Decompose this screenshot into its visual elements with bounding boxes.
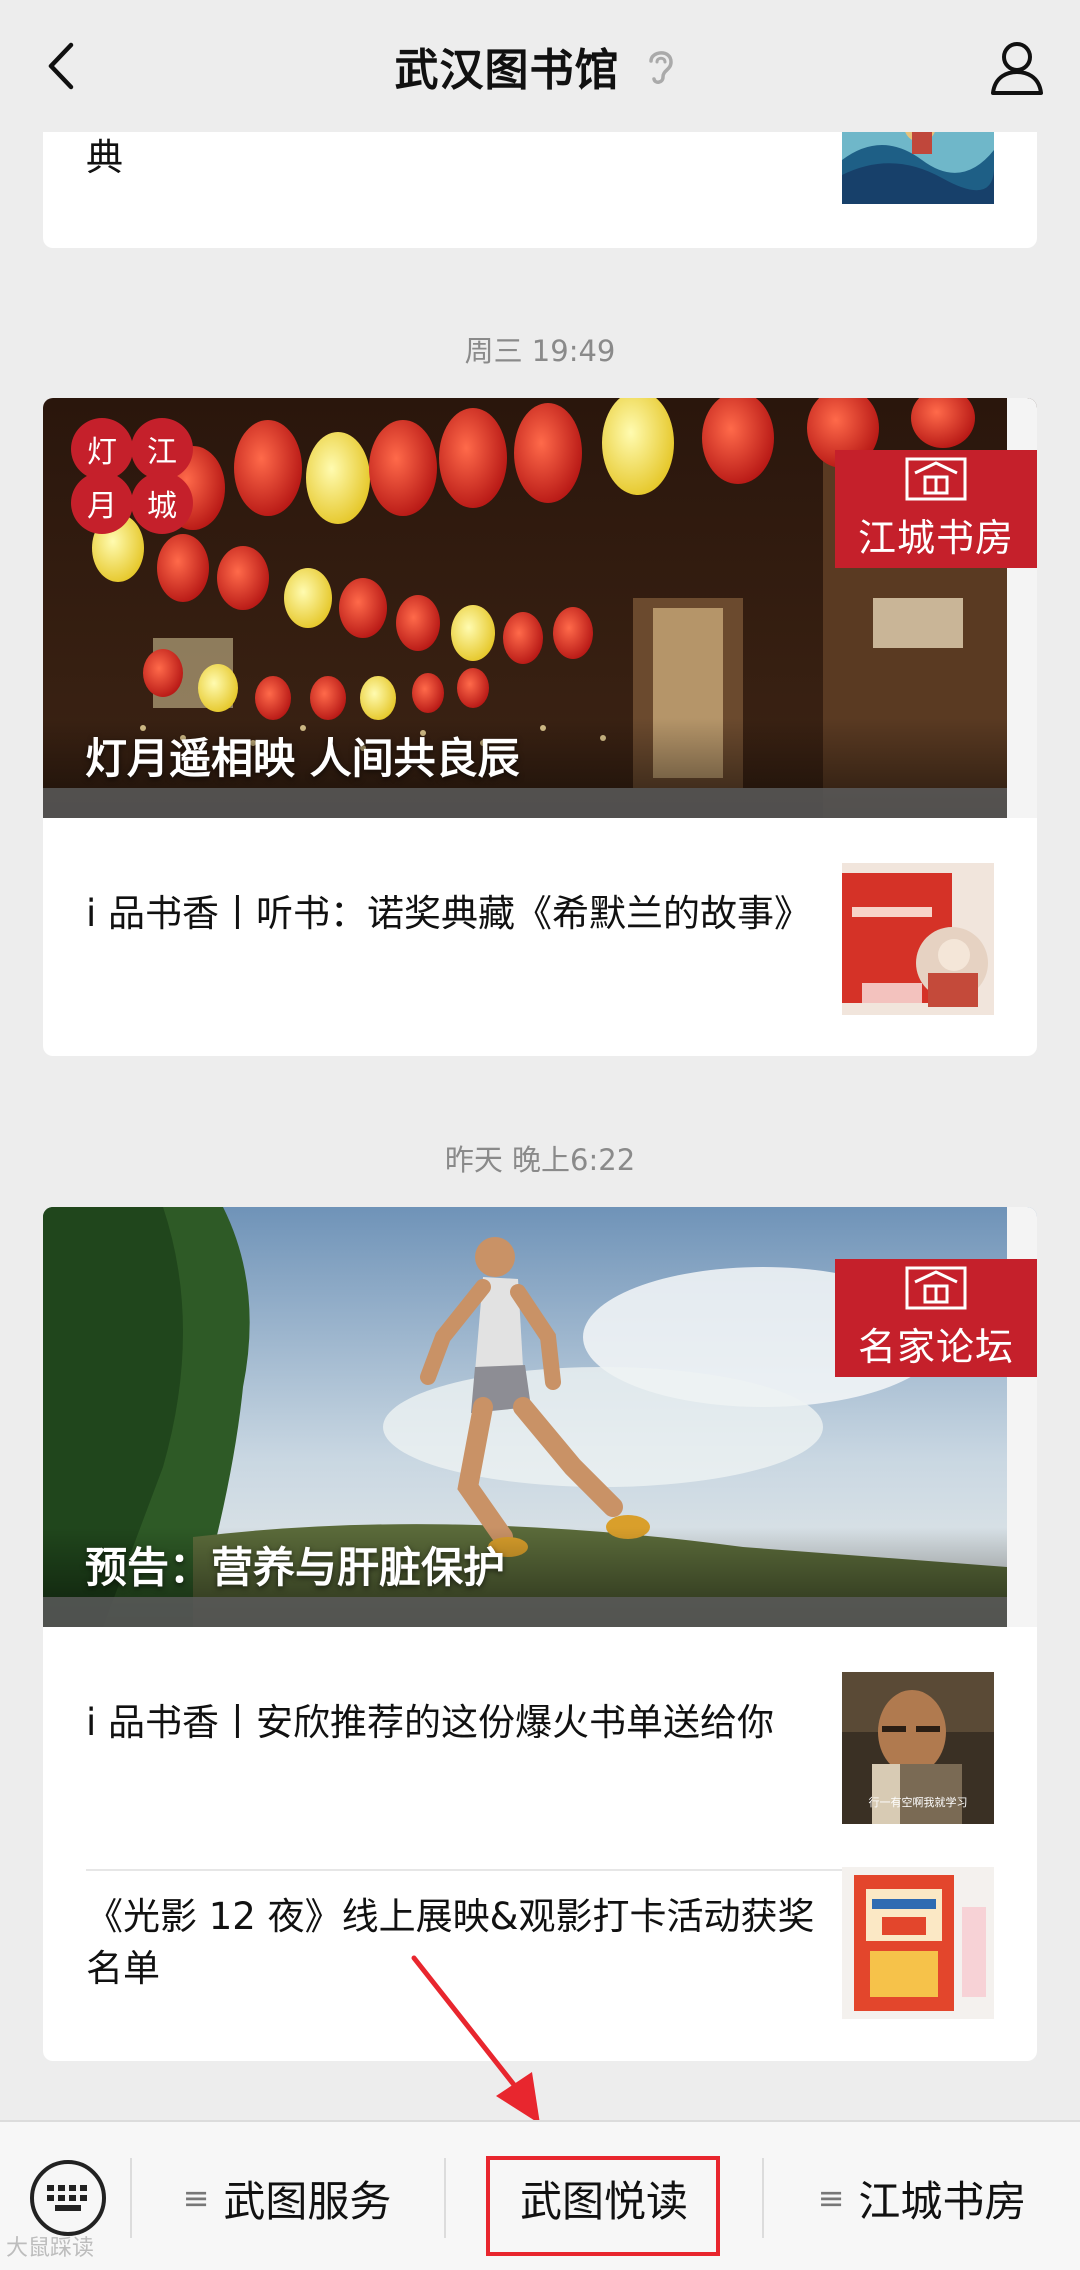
- corner-logo-badge: 灯 江 月 城: [71, 418, 203, 536]
- message-timestamp: 周三 19:49: [464, 334, 616, 368]
- watermark: 大鼠踩读: [6, 2236, 95, 2261]
- library-emblem-icon: [905, 457, 967, 500]
- chevron-left-icon: [48, 42, 74, 90]
- annotation-arrow: [411, 1955, 540, 2124]
- hero-article[interactable]: 灯 江 月 城 江城书房 灯月遥相映 人间共良辰: [43, 398, 1037, 818]
- library-emblem-icon: [905, 1266, 967, 1309]
- hamburger-icon: ≡: [182, 2179, 210, 2217]
- back-button[interactable]: [30, 36, 90, 96]
- annotation-highlight-box: [486, 2156, 720, 2256]
- article-thumbnail: 行一有空啊我就学习: [842, 1672, 994, 1824]
- article-thumbnail: [842, 863, 994, 1015]
- thumbnail-subtitle: 行一有空啊我就学习: [868, 1796, 968, 1809]
- person-icon: [991, 42, 1043, 95]
- hero-caption: 预告：营养与肝脏保护: [85, 1543, 506, 1592]
- menu-item-wutu-service[interactable]: ≡ 武图服务: [132, 2158, 442, 2238]
- hamburger-icon: ≡: [817, 2179, 845, 2217]
- ear-icon[interactable]: [646, 42, 686, 90]
- keyboard-toggle-button[interactable]: [30, 2160, 106, 2236]
- hero-caption: 灯月遥相映 人间共良辰: [85, 734, 520, 783]
- nav-bar: 武汉图书馆: [0, 0, 1080, 132]
- custom-menu-bar: ≡ 武图服务 武图悦读 ≡ 江城书房 大鼠踩读: [0, 2120, 1080, 2270]
- column-badge: 江城书房: [835, 450, 1037, 568]
- profile-button[interactable]: [984, 34, 1050, 100]
- article-title[interactable]: i 品书香丨听书：诺奖典藏《希默兰的故事》: [86, 888, 846, 940]
- article-group-card: 名家论坛 预告：营养与肝脏保护 i 品书香丨安欣推荐的这份爆火书单送给你 行一有…: [43, 1207, 1037, 2061]
- keyboard-icon: [47, 2185, 87, 2211]
- message-timestamp: 昨天 晚上6:22: [444, 1143, 636, 1177]
- menu-item-jiangcheng-study[interactable]: ≡ 江城书房: [764, 2158, 1080, 2238]
- article-group-card: 灯 江 月 城 江城书房 灯月遥相映 人间共良辰 i 品书香丨听书：诺奖典藏《希…: [43, 398, 1037, 1056]
- column-badge: 名家论坛: [835, 1259, 1037, 1377]
- article-thumbnail: [842, 1867, 994, 2019]
- article-title[interactable]: i 品书香丨安欣推荐的这份爆火书单送给你: [86, 1697, 846, 1749]
- article-title: 典: [86, 136, 123, 179]
- page-title: 武汉图书馆: [394, 45, 620, 96]
- hero-article[interactable]: 名家论坛 预告：营养与肝脏保护: [43, 1207, 1037, 1627]
